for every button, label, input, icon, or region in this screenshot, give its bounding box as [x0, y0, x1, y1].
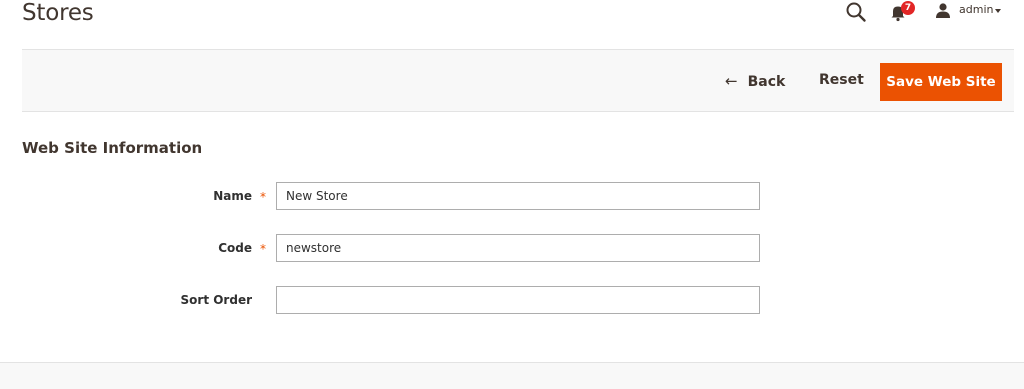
section-title: Web Site Information	[22, 139, 203, 157]
required-marker: *	[260, 190, 266, 204]
sort-order-label: Sort Order	[180, 293, 252, 307]
name-label: Name	[213, 189, 252, 203]
notifications-button[interactable]: 7	[890, 1, 916, 23]
code-label: Code	[218, 241, 252, 255]
name-input[interactable]	[276, 182, 760, 210]
footer-band	[0, 362, 1024, 389]
arrow-left-icon: ←	[725, 72, 738, 90]
back-button-label: Back	[747, 74, 786, 90]
user-icon	[936, 3, 950, 18]
notification-count-badge: 7	[901, 1, 915, 15]
back-button[interactable]: ← Back	[725, 72, 785, 92]
code-input[interactable]	[276, 234, 760, 262]
page-actions-toolbar: ← Back Reset Save Web Site	[22, 49, 1014, 112]
search-icon	[846, 2, 866, 22]
reset-button[interactable]: Reset	[819, 72, 864, 88]
page-title: Stores	[22, 0, 94, 26]
caret-down-icon	[995, 9, 1001, 13]
user-menu[interactable]: admin	[935, 1, 1007, 21]
user-name: admin	[959, 3, 994, 16]
required-marker: *	[260, 242, 266, 256]
page-header: Stores 7 admin	[0, 0, 1024, 50]
search-button[interactable]	[845, 1, 867, 23]
sort-order-input[interactable]	[276, 286, 760, 314]
save-web-site-button[interactable]: Save Web Site	[880, 63, 1002, 101]
